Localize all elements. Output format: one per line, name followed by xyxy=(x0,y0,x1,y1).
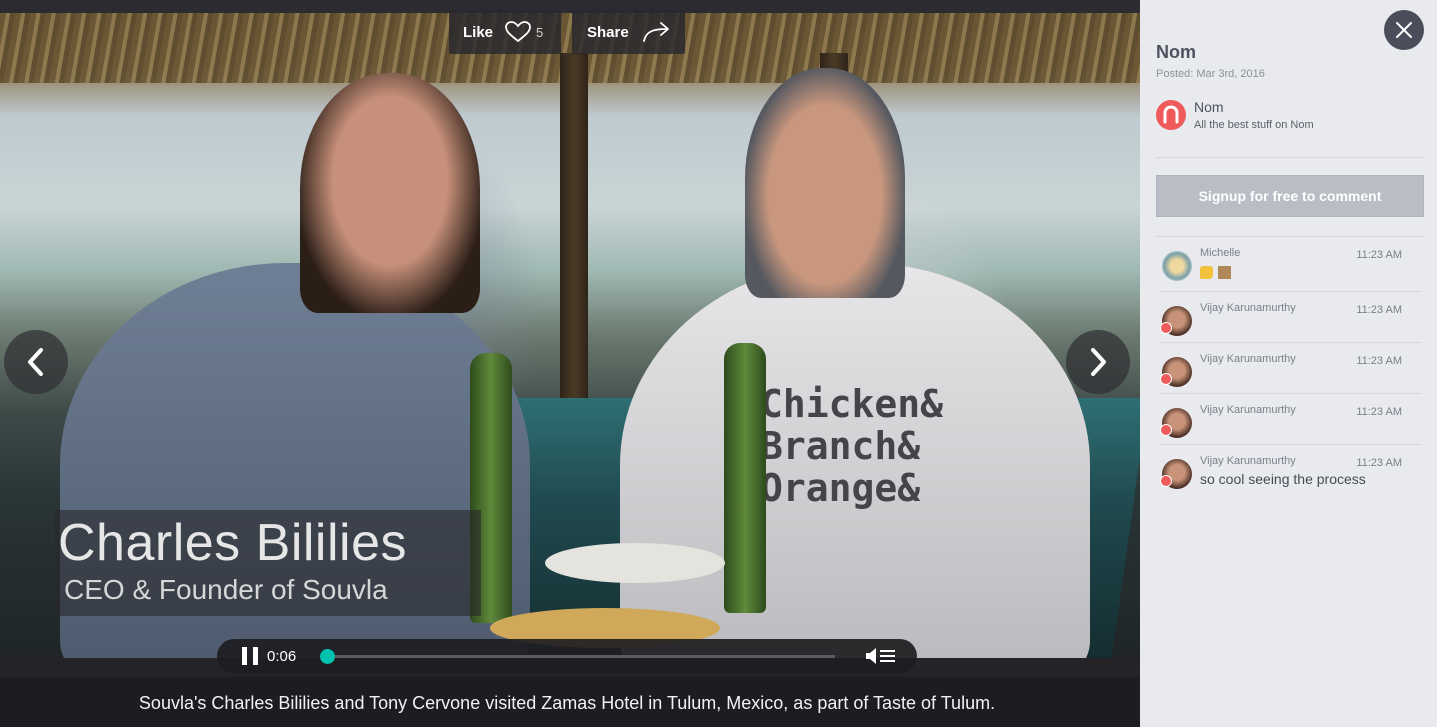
share-label: Share xyxy=(587,23,629,41)
posted-date: Posted: Mar 3rd, 2016 xyxy=(1156,68,1265,80)
progress-handle[interactable] xyxy=(320,649,335,664)
comment-item: Vijay Karunamurthy 11:23 AM xyxy=(1160,345,1424,396)
comment-item: Vijay Karunamurthy 11:23 AM xyxy=(1160,396,1424,447)
comment-author[interactable]: Vijay Karunamurthy xyxy=(1200,353,1296,365)
person-right-head xyxy=(745,68,905,298)
lower-third-role: CEO & Founder of Souvla xyxy=(64,574,388,605)
divider xyxy=(1160,444,1422,445)
brand-tagline: All the best stuff on Nom xyxy=(1194,119,1314,131)
divider xyxy=(1156,157,1424,158)
comment-author[interactable]: Vijay Karunamurthy xyxy=(1200,455,1296,467)
comment-author[interactable]: Vijay Karunamurthy xyxy=(1200,404,1296,416)
share-button[interactable]: Share xyxy=(572,10,685,54)
progress-track[interactable] xyxy=(327,655,835,658)
comment-text xyxy=(1200,263,1236,279)
next-button[interactable] xyxy=(1066,330,1130,394)
volume-icon[interactable] xyxy=(865,647,897,665)
nom-badge-icon xyxy=(1160,373,1172,385)
thumbs-up-emoji xyxy=(1200,265,1213,279)
video-stage: Chicken& Branch& Orange& Charles Bililie… xyxy=(0,0,1140,727)
divider xyxy=(1160,342,1422,343)
share-arrow-icon xyxy=(642,22,671,42)
shirt-print: Chicken& Branch& Orange& xyxy=(760,382,944,510)
pause-icon[interactable] xyxy=(241,647,259,665)
brand-logo[interactable] xyxy=(1156,100,1186,130)
box-emoji xyxy=(1218,265,1231,279)
like-label: Like xyxy=(463,23,494,41)
divider xyxy=(1156,236,1424,237)
chevron-left-icon xyxy=(25,347,47,377)
heart-icon xyxy=(505,21,531,43)
nom-badge-icon xyxy=(1160,424,1172,436)
current-time: 0:06 xyxy=(267,647,297,665)
comment-time: 11:23 AM xyxy=(1356,406,1402,418)
top-bar xyxy=(0,0,1140,13)
person-left-head xyxy=(300,73,480,313)
close-button[interactable] xyxy=(1384,10,1424,50)
signup-button[interactable]: Signup for free to comment xyxy=(1156,175,1424,217)
brand-name[interactable]: Nom xyxy=(1194,99,1224,115)
comment-text: so cool seeing the process xyxy=(1200,471,1366,487)
plate xyxy=(545,543,725,583)
nom-badge-icon xyxy=(1160,475,1172,487)
beer-bottle xyxy=(724,343,766,613)
previous-button[interactable] xyxy=(4,330,68,394)
like-count: 5 xyxy=(536,24,544,40)
like-button[interactable]: Like 5 xyxy=(449,10,561,54)
avatar[interactable] xyxy=(1162,251,1192,281)
nom-badge-icon xyxy=(1160,322,1172,334)
video-caption: Souvla's Charles Bililies and Tony Cervo… xyxy=(138,693,996,713)
nom-logo-icon xyxy=(1163,105,1179,124)
chevron-right-icon xyxy=(1087,347,1109,377)
divider xyxy=(1160,393,1422,394)
comment-author[interactable]: Michelle xyxy=(1200,247,1240,259)
comment-item: Michelle 11:23 AM xyxy=(1160,239,1424,290)
comment-item: Vijay Karunamurthy 11:23 AM so cool seei… xyxy=(1160,447,1424,498)
video-controls: 0:06 xyxy=(217,639,917,673)
comment-time: 11:23 AM xyxy=(1356,457,1402,469)
comment-time: 11:23 AM xyxy=(1356,355,1402,367)
comment-time: 11:23 AM xyxy=(1356,249,1402,261)
comment-author[interactable]: Vijay Karunamurthy xyxy=(1200,302,1296,314)
comment-item: Vijay Karunamurthy 11:23 AM xyxy=(1160,294,1424,345)
comment-time: 11:23 AM xyxy=(1356,304,1402,316)
divider xyxy=(1160,291,1422,292)
lower-third-name: Charles Bililies xyxy=(58,514,407,572)
close-icon xyxy=(1395,21,1413,39)
panel-title: Nom xyxy=(1156,42,1196,62)
